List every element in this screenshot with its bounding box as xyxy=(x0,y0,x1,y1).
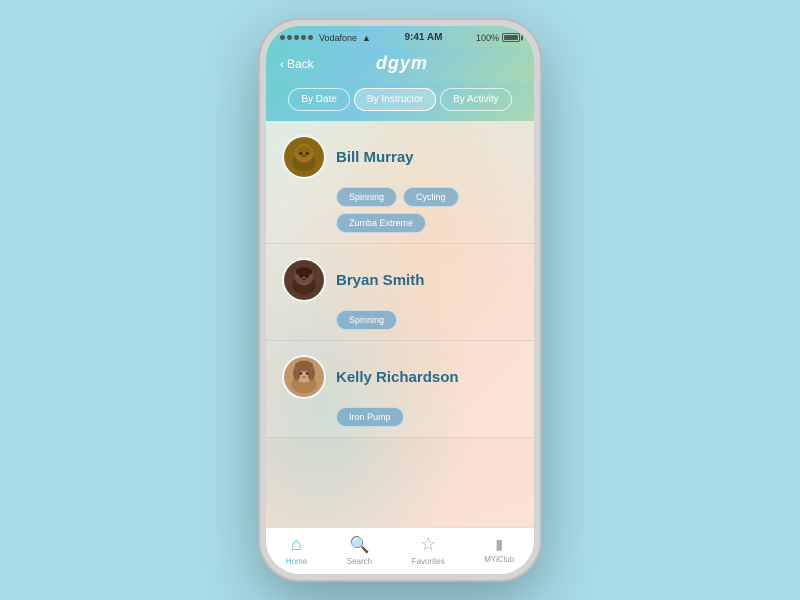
carrier-label: Vodafone xyxy=(319,33,357,43)
back-button[interactable]: ‹ Back xyxy=(280,57,314,71)
filter-tabs: By Date By Instructor By Activity xyxy=(266,82,534,121)
nav-label-search: Search xyxy=(347,557,372,566)
chevron-left-icon: ‹ xyxy=(280,57,284,71)
tab-by-instructor[interactable]: By Instructor xyxy=(354,88,436,111)
signal-dot-5 xyxy=(308,35,313,40)
instructor-header-bill-murray: Bill Murray xyxy=(282,135,518,179)
signal-dot-4 xyxy=(301,35,306,40)
battery-fill xyxy=(504,35,518,40)
tab-by-date[interactable]: By Date xyxy=(288,88,350,111)
battery-status: 100% xyxy=(476,33,520,43)
nav-item-favorites[interactable]: ☆ Favorites xyxy=(412,534,445,566)
back-label: Back xyxy=(287,57,314,71)
favorites-icon: ☆ xyxy=(420,534,436,555)
instructor-card-bryan-smith: Bryan Smith Spinning xyxy=(266,244,534,341)
home-icon: ⌂ xyxy=(291,534,302,555)
tags-row-bill-murray: Spinning Cycling Zumba Extreme xyxy=(336,187,518,233)
nav-item-myiclub[interactable]: ▮ MYiClub xyxy=(484,536,514,564)
avatar-kelly-richardson xyxy=(282,355,326,399)
instructor-card-bill-murray: Bill Murray Spinning Cycling Zumba Extre… xyxy=(266,121,534,244)
wifi-icon: ▲ xyxy=(362,33,371,43)
time-label: 9:41 AM xyxy=(404,32,442,43)
tag-ironpump-kelly[interactable]: Iron Pump xyxy=(336,407,404,427)
tab-by-activity[interactable]: By Activity xyxy=(440,88,512,111)
signal-dot-3 xyxy=(294,35,299,40)
instructor-card-kelly-richardson: Kelly Richardson Iron Pump xyxy=(266,341,534,438)
instructor-name-kelly-richardson: Kelly Richardson xyxy=(336,369,459,386)
nav-label-myiclub: MYiClub xyxy=(484,555,514,564)
myiclub-icon: ▮ xyxy=(495,536,503,553)
battery-icon xyxy=(502,33,520,42)
nav-item-search[interactable]: 🔍 Search xyxy=(347,535,372,566)
nav-item-home[interactable]: ⌂ Home xyxy=(286,534,307,566)
tags-row-kelly-richardson: Iron Pump xyxy=(336,407,518,427)
content-area: Bill Murray Spinning Cycling Zumba Extre… xyxy=(266,121,534,527)
app-title: dgym xyxy=(314,53,490,74)
battery-percent: 100% xyxy=(476,33,499,43)
nav-label-favorites: Favorites xyxy=(412,557,445,566)
tag-spinning-bill[interactable]: Spinning xyxy=(336,187,397,207)
tag-zumba-bill[interactable]: Zumba Extreme xyxy=(336,213,426,233)
app-header: ‹ Back dgym xyxy=(266,47,534,82)
bottom-nav: ⌂ Home 🔍 Search ☆ Favorites ▮ MYiClub xyxy=(266,527,534,574)
nav-label-home: Home xyxy=(286,557,307,566)
instructor-name-bill-murray: Bill Murray xyxy=(336,149,414,166)
phone-outer: Vodafone ▲ 9:41 AM 100% ‹ Back dgym By D… xyxy=(260,20,540,580)
status-bar: Vodafone ▲ 9:41 AM 100% xyxy=(266,26,534,47)
avatar-bill-murray xyxy=(282,135,326,179)
instructor-name-bryan-smith: Bryan Smith xyxy=(336,272,424,289)
tags-row-bryan-smith: Spinning xyxy=(336,310,518,330)
avatar-bryan-smith xyxy=(282,258,326,302)
instructor-header-kelly-richardson: Kelly Richardson xyxy=(282,355,518,399)
signal-dot-1 xyxy=(280,35,285,40)
search-icon: 🔍 xyxy=(349,535,369,555)
signal-dot-2 xyxy=(287,35,292,40)
instructor-header-bryan-smith: Bryan Smith xyxy=(282,258,518,302)
tag-spinning-bryan[interactable]: Spinning xyxy=(336,310,397,330)
tag-cycling-bill[interactable]: Cycling xyxy=(403,187,459,207)
